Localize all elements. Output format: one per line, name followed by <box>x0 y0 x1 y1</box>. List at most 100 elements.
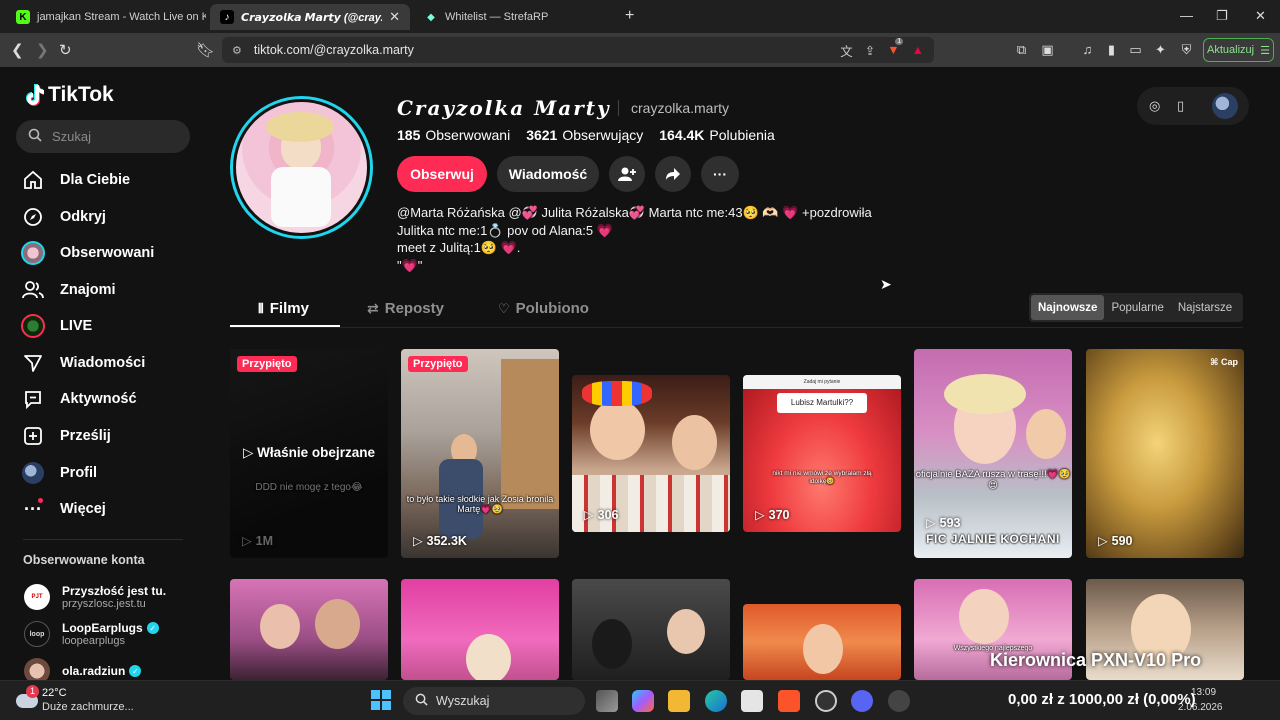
tiktok-logo[interactable]: TikTok <box>24 83 114 107</box>
close-window-icon[interactable]: ✕ <box>1255 8 1266 24</box>
sort-control: Najnowsze Popularne Najstarsze <box>1029 293 1243 322</box>
search-input[interactable]: Szukaj <box>16 120 190 153</box>
view-count: ▷ 593 <box>926 515 960 531</box>
browser-tab-strefarp[interactable]: ◆ Whitelist — StrefaRP <box>414 4 614 30</box>
sidebar-item-following[interactable]: Obserwowani <box>20 239 200 267</box>
weather-alert-badge: 1 <box>26 685 39 698</box>
compass-small-icon[interactable]: ◎ <box>1149 98 1160 114</box>
update-button[interactable]: Aktualizuj ☰ <box>1203 38 1274 62</box>
minimize-icon[interactable]: — <box>1180 8 1193 23</box>
share-icon[interactable]: ⇪ <box>865 43 875 58</box>
app-icon[interactable] <box>888 690 910 712</box>
sort-newest[interactable]: Najnowsze <box>1031 295 1105 320</box>
stat-following[interactable]: 185 Obserwowani <box>397 127 510 143</box>
task-view-icon[interactable] <box>596 690 618 712</box>
brave-icon[interactable] <box>778 690 800 712</box>
bookmark-icon[interactable]: 🔖︎ <box>196 41 215 59</box>
sidebar-item-label: Wiadomości <box>60 355 146 371</box>
account-handle: loopearplugs <box>62 635 125 647</box>
video-card[interactable] <box>743 604 901 680</box>
profile-icon <box>20 460 46 486</box>
sidebar-item-live[interactable]: LIVE <box>20 312 200 340</box>
brave-rewards-icon[interactable]: ▲ <box>912 43 924 57</box>
sidebar-item-activity[interactable]: Aktywność <box>20 385 200 413</box>
grid-icon: ⦀ <box>258 300 264 316</box>
restore-icon[interactable]: ❐ <box>1216 8 1228 24</box>
video-caption: DDD nie mogę z tego😂 <box>255 482 363 493</box>
extensions-icon[interactable]: ⧉ <box>1014 42 1029 57</box>
screenshot-icon[interactable]: ▣ <box>1040 42 1055 57</box>
url-field[interactable]: ⚙︎ tiktok.com/@crayzolka.marty 文 ⇪ ▼ 1 ▲ <box>222 37 934 63</box>
account-name: Przyszłość jest tu. <box>62 584 167 598</box>
translate-icon[interactable]: 文 <box>840 41 853 60</box>
sidebar-item-explore[interactable]: Odkryj <box>20 203 200 231</box>
taskbar-search[interactable]: Wyszukaj <box>403 687 585 715</box>
followed-account[interactable]: loop LoopEarplugs ✓ loopearplugs <box>24 617 204 651</box>
mouse-cursor-icon: ➤ <box>880 276 892 292</box>
reload-icon[interactable]: ↻ <box>59 41 72 59</box>
browser-tab-tiktok[interactable]: ♪ 𝘾𝙧𝙖𝙮𝙯𝙤𝙡𝙠𝙖 𝙈𝙖𝙧𝙩𝙮 (@crayzo ✕ <box>210 4 410 30</box>
sidebar-item-profile[interactable]: Profil <box>20 459 200 487</box>
profile-avatar[interactable] <box>230 96 373 239</box>
store-icon[interactable] <box>741 690 763 712</box>
close-tab-icon[interactable]: ✕ <box>389 9 400 25</box>
tab-videos[interactable]: ⦀ Filmy <box>258 300 309 317</box>
tab-reposts[interactable]: ⇄ Reposty <box>367 300 444 317</box>
video-card[interactable] <box>572 579 730 680</box>
weather-widget[interactable]: 1 <box>14 685 40 714</box>
account-name: ola.radziun <box>62 664 126 678</box>
sidebar-item-upload[interactable]: Prześlij <box>20 422 200 450</box>
forward-icon[interactable]: ❯ <box>36 41 49 59</box>
watched-label: Właśnie obejrzane <box>257 445 375 460</box>
tab-label: Filmy <box>269 300 309 317</box>
windows-start-icon[interactable] <box>371 690 391 710</box>
video-card[interactable]: Przypięto ▷ Właśnie obejrzane DDD nie mo… <box>230 349 388 558</box>
video-card[interactable]: Przypięto to było takie słodkie jak Zosi… <box>401 349 559 558</box>
browser-tab-kick[interactable]: K jamajkan Stream - Watch Live on Kick <box>6 4 206 30</box>
follow-button[interactable]: Obserwuj <box>397 156 487 192</box>
add-friend-icon[interactable] <box>609 156 645 192</box>
sort-oldest[interactable]: Najstarsze <box>1171 295 1239 320</box>
sidebar-item-for-you[interactable]: Dla Ciebie <box>20 166 200 194</box>
sort-popular[interactable]: Popularne <box>1104 295 1170 320</box>
more-options-icon[interactable]: ··· <box>701 156 739 192</box>
brave-shields-icon[interactable]: ▼ 1 <box>887 38 904 57</box>
video-card[interactable]: ▷ 306 <box>572 375 730 532</box>
video-card[interactable] <box>401 579 559 680</box>
back-icon[interactable]: ❮ <box>11 41 24 59</box>
discord-icon[interactable] <box>851 690 873 712</box>
sidebar-item-more[interactable]: ··· Więcej <box>20 495 200 523</box>
phone-icon[interactable]: ▯ <box>1177 98 1184 114</box>
user-avatar-icon[interactable] <box>1212 93 1238 119</box>
video-caption: nikt mi nie wmówi że wybrałam złą idolkę… <box>772 470 872 485</box>
play-icon: ▷ <box>584 508 594 522</box>
edge-icon[interactable] <box>705 690 727 712</box>
video-card[interactable]: oficjalnie BAZA rusza w trasę!!!💗🥹😍 FIC … <box>914 349 1072 558</box>
followed-account[interactable]: PJT Przyszłość jest tu. przyszlosc.jest.… <box>24 580 204 614</box>
site-settings-icon[interactable]: ⚙︎ <box>232 44 242 57</box>
home-icon <box>20 167 46 193</box>
wallet-icon[interactable]: ▭ <box>1128 42 1143 57</box>
share-profile-icon[interactable] <box>655 156 691 192</box>
tab-liked[interactable]: ♡ Polubiono <box>498 300 589 317</box>
new-tab-icon[interactable]: + <box>625 7 634 25</box>
tiktok-note-icon <box>26 84 44 106</box>
sidebar-toggle-icon[interactable]: ▮ <box>1104 42 1119 57</box>
vpn-icon[interactable]: ⛨ <box>1179 42 1194 57</box>
stat-likes: 164.4K Polubienia <box>659 127 775 143</box>
video-card[interactable] <box>230 579 388 680</box>
sidebar-item-messages[interactable]: Wiadomości <box>20 349 200 377</box>
message-button[interactable]: Wiadomość <box>497 156 599 192</box>
video-card[interactable]: Zadaj mi pytanie Lubisz Martulki?? nikt … <box>743 375 901 532</box>
leo-ai-icon[interactable]: ✦ <box>1153 42 1168 57</box>
profile-bio: @Marta Różańska @💞 Julita Różalska💞 Mart… <box>397 204 872 274</box>
video-card[interactable]: ⌘ Cap ▷ 590 <box>1086 349 1244 558</box>
stat-followers[interactable]: 3621 Obserwujący <box>526 127 643 143</box>
media-icon[interactable]: ♫ <box>1080 42 1095 57</box>
sidebar-item-friends[interactable]: Znajomi <box>20 276 200 304</box>
file-explorer-icon[interactable] <box>668 690 690 712</box>
verified-icon: ✓ <box>146 622 159 634</box>
followed-account[interactable]: ola.radziun ✓ <box>24 654 204 680</box>
steam-icon[interactable] <box>815 690 837 712</box>
copilot-icon[interactable] <box>632 690 654 712</box>
